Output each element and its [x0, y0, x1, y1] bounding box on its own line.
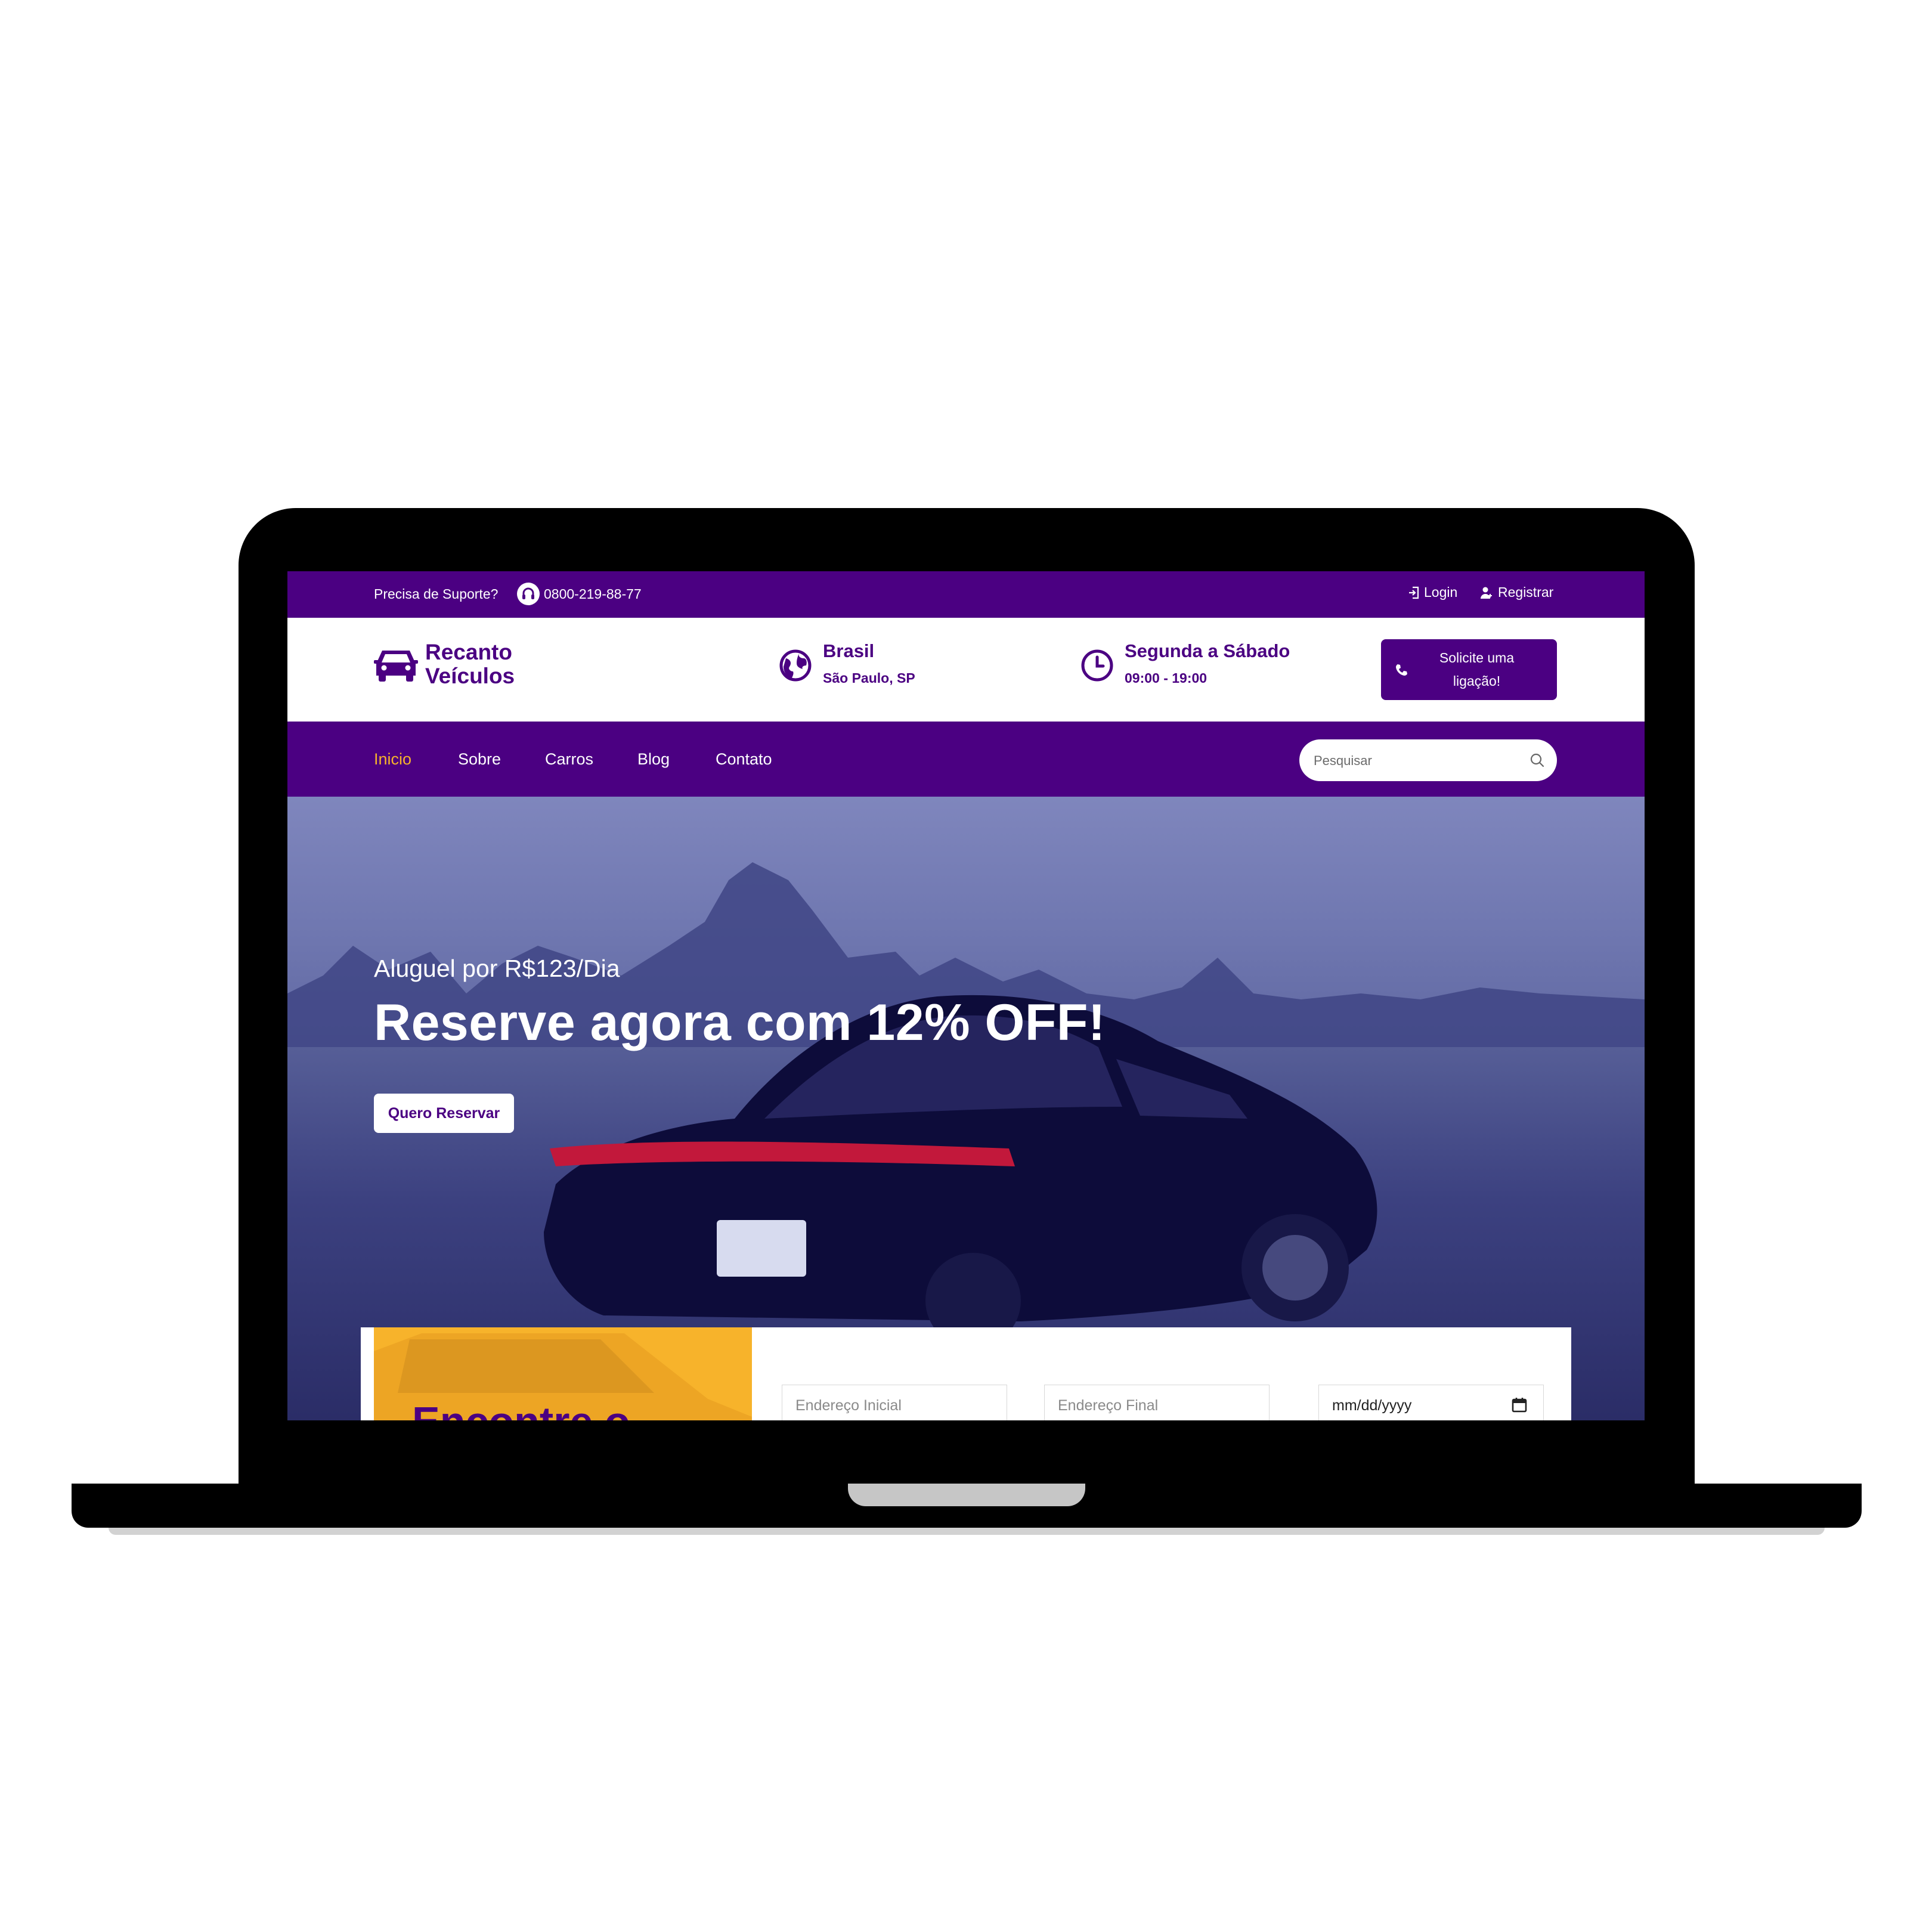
request-call-label: Solicite uma ligação! — [1408, 646, 1557, 693]
location-info: Brasil São Paulo, SP — [779, 640, 915, 686]
main-nav: Inicio Sobre Carros Blog Contato — [287, 722, 1645, 797]
reserve-button[interactable]: Quero Reservar — [374, 1094, 514, 1133]
search-icon[interactable] — [1529, 752, 1546, 769]
date-input[interactable]: mm/dd/yyyy — [1318, 1385, 1544, 1420]
date-value: mm/dd/yyyy — [1332, 1397, 1412, 1414]
nav-item-sobre[interactable]: Sobre — [458, 750, 501, 769]
top-bar: Precisa de Suporte? 0800-219-88-77 Login… — [287, 571, 1645, 618]
site-header: Recanto Veículos Brasil São Paulo, SP Se… — [287, 618, 1645, 722]
hours-title: Segunda a Sábado — [1125, 640, 1290, 661]
laptop-shadow — [109, 1528, 1825, 1535]
logo[interactable]: Recanto Veículos — [374, 640, 544, 688]
request-call-button[interactable]: Solicite uma ligação! — [1381, 639, 1557, 700]
register-link[interactable]: Registrar — [1480, 584, 1553, 600]
login-icon — [1409, 586, 1419, 599]
headset-icon — [517, 583, 540, 605]
booking-promo-title: Encontre o — [412, 1398, 630, 1420]
laptop-screen: Precisa de Suporte? 0800-219-88-77 Login… — [287, 571, 1645, 1420]
support-phone[interactable]: 0800-219-88-77 — [544, 586, 642, 602]
nav-item-contato[interactable]: Contato — [716, 750, 772, 769]
hero-title: Reserve agora com 12% OFF! — [374, 994, 1106, 1051]
nav-item-carros[interactable]: Carros — [545, 750, 593, 769]
location-subtitle: São Paulo, SP — [823, 670, 915, 686]
booking-promo: Encontre o — [374, 1327, 752, 1420]
search-box — [1299, 739, 1557, 781]
request-call-line-1: Solicite uma — [1439, 650, 1515, 665]
request-call-line-2: ligação! — [1453, 673, 1501, 689]
calendar-icon[interactable] — [1511, 1397, 1528, 1413]
logo-line-1: Recanto — [425, 640, 512, 664]
booking-panel: Encontre o mm/dd/yyyy — [361, 1327, 1571, 1420]
search-input[interactable] — [1312, 749, 1524, 773]
logo-text: Recanto Veículos — [425, 640, 544, 688]
start-address-input[interactable] — [782, 1385, 1007, 1420]
nav-item-inicio[interactable]: Inicio — [374, 750, 411, 769]
location-title: Brasil — [823, 640, 875, 661]
user-plus-icon — [1481, 587, 1492, 599]
support-label: Precisa de Suporte? — [374, 586, 499, 602]
laptop-notch — [848, 1484, 1085, 1506]
hero-subtitle: Aluguel por R$123/Dia — [374, 955, 620, 982]
logo-line-2: Veículos — [425, 664, 515, 688]
nav-item-blog[interactable]: Blog — [637, 750, 670, 769]
register-label: Registrar — [1498, 584, 1554, 600]
phone-icon — [1396, 664, 1407, 676]
hours-subtitle: 09:00 - 19:00 — [1125, 670, 1208, 686]
login-label: Login — [1424, 584, 1458, 600]
login-link[interactable]: Login — [1408, 584, 1457, 600]
globe-icon — [779, 649, 812, 682]
hours-info: Segunda a Sábado 09:00 - 19:00 — [1080, 640, 1290, 686]
end-address-input[interactable] — [1044, 1385, 1270, 1420]
clock-icon — [1081, 649, 1113, 682]
car-icon — [374, 651, 418, 682]
